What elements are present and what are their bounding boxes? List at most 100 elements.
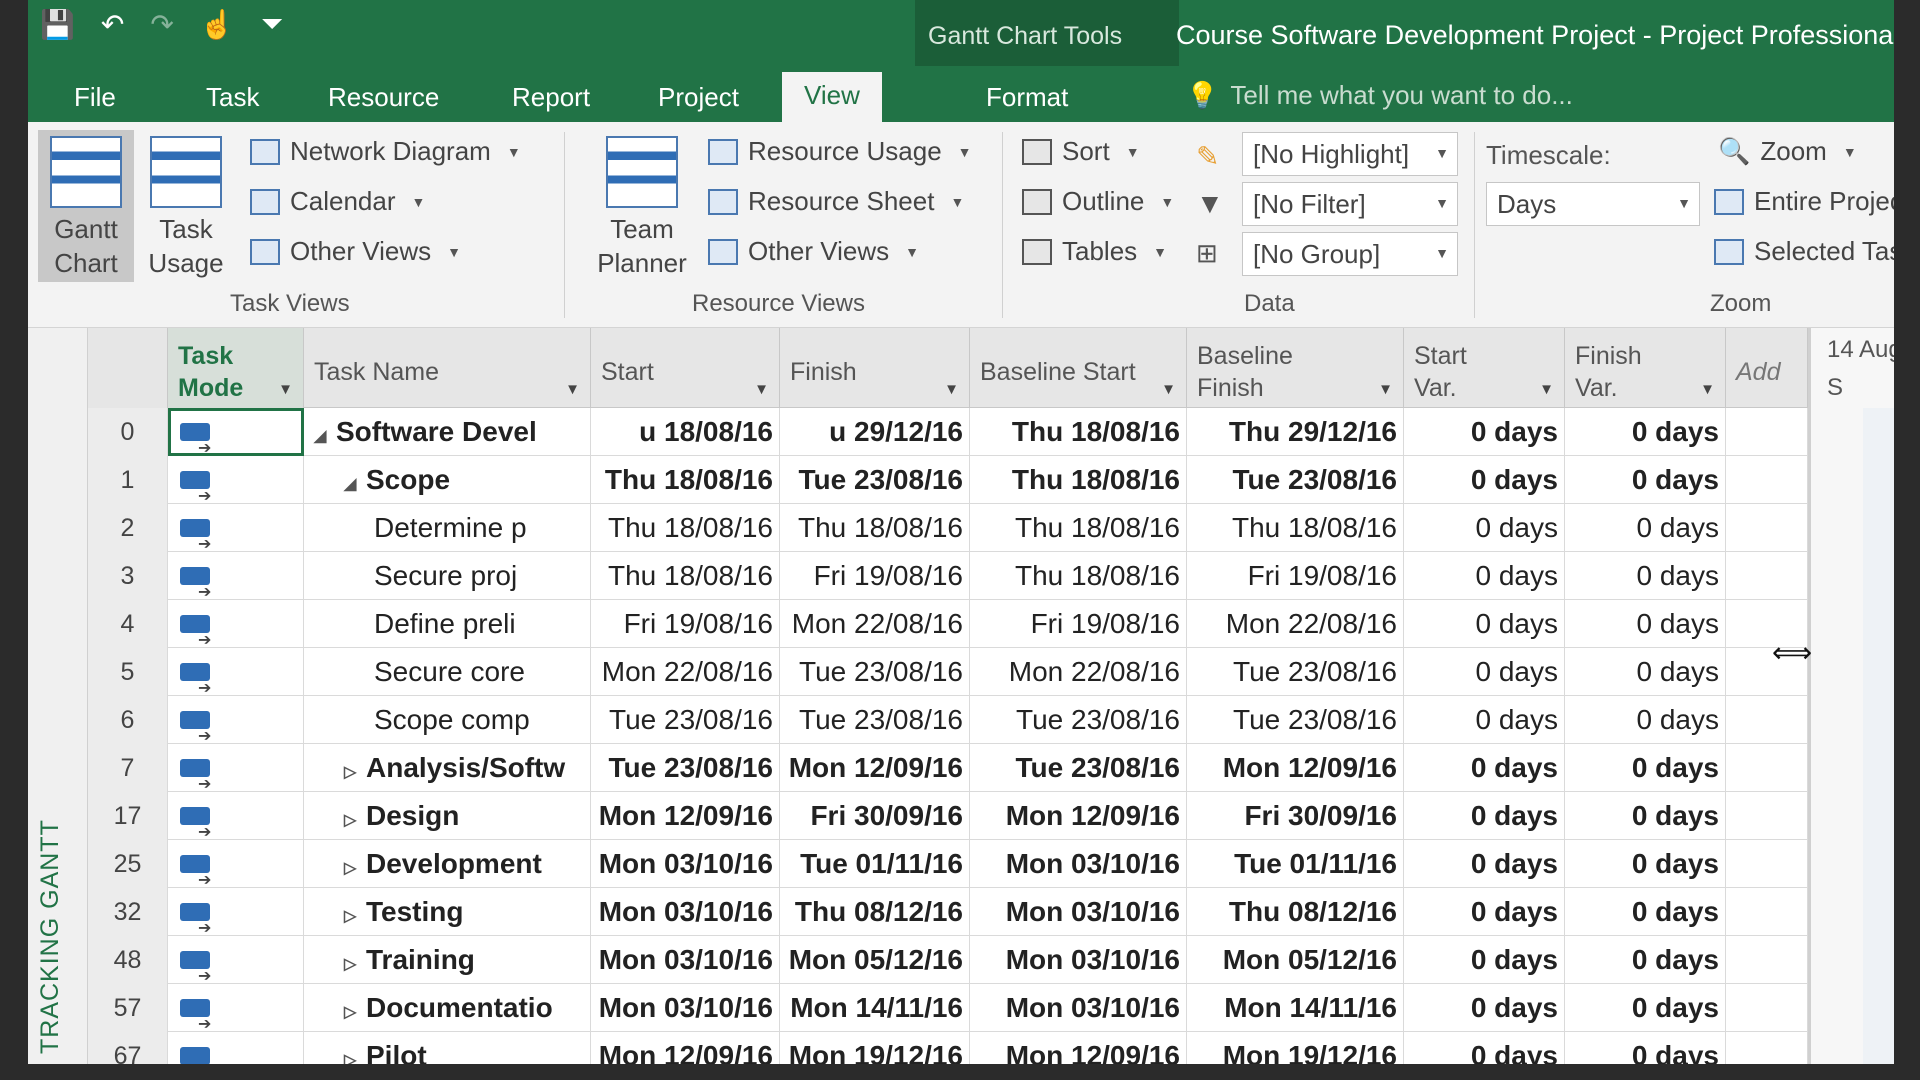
table-row[interactable]: 25▷DevelopmentMon 03/10/16Tue 01/11/16Mo… (88, 840, 1808, 888)
add-column-cell[interactable] (1726, 408, 1808, 456)
baseline-start-cell[interactable]: Mon 12/09/16 (970, 792, 1187, 840)
undo-icon[interactable]: ↶ (101, 8, 124, 41)
filter-dropdown-icon[interactable]: ▼ (1161, 374, 1176, 406)
task-mode-cell[interactable] (168, 552, 304, 600)
finish-var-cell[interactable]: 0 days (1565, 1032, 1726, 1064)
add-column-cell[interactable] (1726, 744, 1808, 792)
task-name-cell[interactable]: ▷ Training (304, 936, 591, 984)
finish-var-cell[interactable]: 0 days (1565, 888, 1726, 936)
filter-combo[interactable]: [No Filter] ▼ (1242, 182, 1458, 226)
table-row[interactable]: 57▷DocumentatioMon 03/10/16Mon 14/11/16M… (88, 984, 1808, 1032)
start-var-cell[interactable]: 0 days (1404, 504, 1565, 552)
add-column-cell[interactable] (1726, 936, 1808, 984)
finish-var-cell[interactable]: 0 days (1565, 840, 1726, 888)
resource-sheet-button[interactable]: Resource Sheet ▼ (708, 186, 964, 217)
baseline-start-cell[interactable]: Mon 03/10/16 (970, 984, 1187, 1032)
tables-button[interactable]: Tables ▼ (1022, 236, 1167, 267)
other-resource-views-button[interactable]: Other Views ▼ (708, 236, 919, 267)
finish-cell[interactable]: Tue 01/11/16 (780, 840, 970, 888)
tab-file[interactable]: File (74, 82, 116, 113)
outline-button[interactable]: Outline ▼ (1022, 186, 1174, 217)
team-planner-button[interactable]: Team Planner (580, 130, 704, 282)
task-name-cell[interactable]: ▷ Testing (304, 888, 591, 936)
start-var-cell[interactable]: 0 days (1404, 744, 1565, 792)
finish-cell[interactable]: Thu 18/08/16 (780, 504, 970, 552)
start-var-cell[interactable]: 0 days (1404, 1032, 1565, 1064)
resource-usage-button[interactable]: Resource Usage ▼ (708, 136, 972, 167)
tab-task[interactable]: Task (206, 82, 259, 113)
task-name-cell[interactable]: ▷ Documentatio (304, 984, 591, 1032)
filter-dropdown-icon[interactable]: ▼ (1378, 374, 1393, 406)
baseline-finish-cell[interactable]: Tue 01/11/16 (1187, 840, 1404, 888)
task-name-cell[interactable]: Define preli (304, 600, 591, 648)
start-var-cell[interactable]: 0 days (1404, 792, 1565, 840)
task-usage-button[interactable]: Task Usage (138, 130, 234, 282)
start-cell[interactable]: Mon 03/10/16 (591, 936, 780, 984)
baseline-start-cell[interactable]: Thu 18/08/16 (970, 456, 1187, 504)
task-mode-cell[interactable] (168, 648, 304, 696)
finish-cell[interactable]: Tue 23/08/16 (780, 456, 970, 504)
add-column-cell[interactable] (1726, 984, 1808, 1032)
table-row[interactable]: 7▷Analysis/SoftwTue 23/08/16Mon 12/09/16… (88, 744, 1808, 792)
column-task-mode[interactable]: Task Mode ▼ (168, 328, 304, 408)
baseline-finish-cell[interactable]: Mon 14/11/16 (1187, 984, 1404, 1032)
start-var-cell[interactable]: 0 days (1404, 600, 1565, 648)
column-baseline-start[interactable]: Baseline Start ▼ (970, 328, 1187, 408)
task-name-cell[interactable]: ▷ Analysis/Softw (304, 744, 591, 792)
start-var-cell[interactable]: 0 days (1404, 936, 1565, 984)
save-icon[interactable]: 💾 (40, 8, 75, 41)
baseline-finish-cell[interactable]: Tue 23/08/16 (1187, 648, 1404, 696)
customize-toolbar-icon[interactable]: ⏷ (261, 8, 283, 41)
start-cell[interactable]: Tue 23/08/16 (591, 696, 780, 744)
network-diagram-button[interactable]: Network Diagram ▼ (250, 136, 521, 167)
baseline-finish-cell[interactable]: Mon 22/08/16 (1187, 600, 1404, 648)
touch-mode-icon[interactable]: ☝ (200, 8, 235, 41)
finish-var-cell[interactable]: 0 days (1565, 744, 1726, 792)
tab-project[interactable]: Project (658, 82, 739, 113)
finish-cell[interactable]: Mon 14/11/16 (780, 984, 970, 1032)
tell-me-box[interactable]: 💡 Tell me what you want to do... (1186, 80, 1573, 111)
entire-project-button[interactable]: Entire Project (1714, 186, 1894, 217)
filter-dropdown-icon[interactable]: ▼ (1539, 374, 1554, 406)
table-row[interactable]: 2Determine pThu 18/08/16Thu 18/08/16Thu … (88, 504, 1808, 552)
add-column-cell[interactable] (1726, 792, 1808, 840)
baseline-start-cell[interactable]: Thu 18/08/16 (970, 552, 1187, 600)
other-task-views-button[interactable]: Other Views ▼ (250, 236, 461, 267)
task-name-cell[interactable]: ▷ Pilot (304, 1032, 591, 1064)
timescale-combo[interactable]: Days ▼ (1486, 182, 1700, 226)
finish-var-cell[interactable]: 0 days (1565, 456, 1726, 504)
table-row[interactable]: 0◢Software Develu 18/08/16u 29/12/16Thu … (88, 408, 1808, 456)
baseline-start-cell[interactable]: Tue 23/08/16 (970, 744, 1187, 792)
sort-button[interactable]: Sort ▼ (1022, 136, 1140, 167)
gantt-chart-button[interactable]: Gantt Chart (38, 130, 134, 282)
column-baseline-finish[interactable]: Baseline Finish ▼ (1187, 328, 1404, 408)
start-var-cell[interactable]: 0 days (1404, 408, 1565, 456)
group-combo[interactable]: [No Group] ▼ (1242, 232, 1458, 276)
finish-var-cell[interactable]: 0 days (1565, 696, 1726, 744)
baseline-finish-cell[interactable]: Mon 19/12/16 (1187, 1032, 1404, 1064)
finish-cell[interactable]: Mon 22/08/16 (780, 600, 970, 648)
calendar-button[interactable]: Calendar ▼ (250, 186, 425, 217)
column-add-new[interactable]: Add (1726, 328, 1808, 408)
baseline-finish-cell[interactable]: Fri 19/08/16 (1187, 552, 1404, 600)
baseline-finish-cell[interactable]: Mon 12/09/16 (1187, 744, 1404, 792)
baseline-start-cell[interactable]: Fri 19/08/16 (970, 600, 1187, 648)
tab-format[interactable]: Format (986, 82, 1068, 113)
filter-dropdown-icon[interactable]: ▼ (944, 374, 959, 406)
start-var-cell[interactable]: 0 days (1404, 888, 1565, 936)
table-row[interactable]: 17▷DesignMon 12/09/16Fri 30/09/16Mon 12/… (88, 792, 1808, 840)
start-cell[interactable]: Fri 19/08/16 (591, 600, 780, 648)
task-mode-cell[interactable] (168, 792, 304, 840)
expand-icon[interactable]: ▷ (344, 845, 366, 888)
task-mode-cell[interactable] (168, 504, 304, 552)
baseline-finish-cell[interactable]: Tue 23/08/16 (1187, 696, 1404, 744)
add-column-cell[interactable] (1726, 456, 1808, 504)
task-mode-cell[interactable] (168, 744, 304, 792)
column-start[interactable]: Start ▼ (591, 328, 780, 408)
task-mode-cell[interactable] (168, 1032, 304, 1064)
table-row[interactable]: 1◢ScopeThu 18/08/16Tue 23/08/16Thu 18/08… (88, 456, 1808, 504)
task-mode-cell[interactable] (168, 984, 304, 1032)
filter-dropdown-icon[interactable]: ▼ (754, 374, 769, 406)
start-cell[interactable]: Mon 12/09/16 (591, 792, 780, 840)
collapse-icon[interactable]: ◢ (314, 413, 336, 456)
